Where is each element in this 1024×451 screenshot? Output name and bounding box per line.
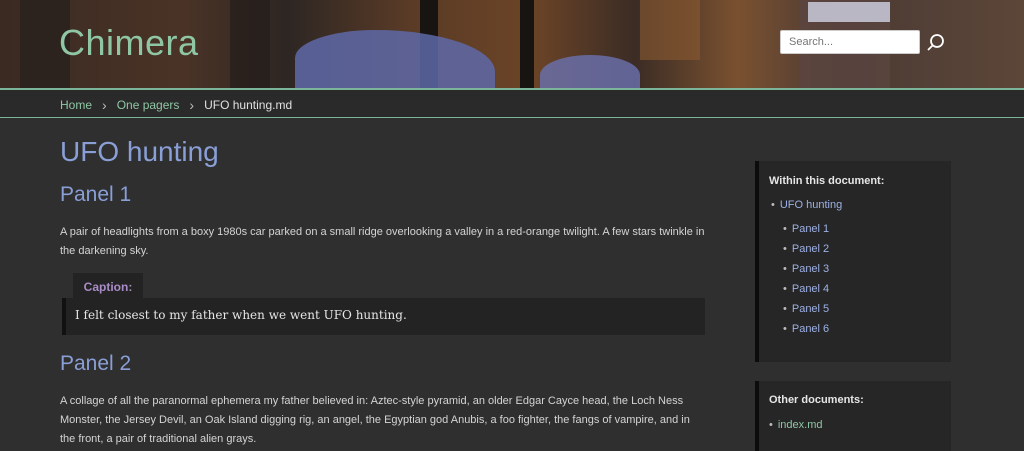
caption-text: I felt closest to my father when we went… — [62, 298, 705, 335]
panel1-text: A pair of headlights from a boxy 1980s c… — [60, 226, 705, 257]
toc-item-panel-5[interactable]: • Panel 5 — [783, 303, 829, 315]
other-document-link[interactable]: • index.md — [769, 419, 823, 431]
other-documents-panel: Other documents: • index.md — [755, 381, 951, 451]
toc-item-panel-2[interactable]: • Panel 2 — [783, 243, 829, 255]
toc-item-panel-6[interactable]: • Panel 6 — [783, 323, 829, 335]
toc-item-root[interactable]: • UFO hunting — [771, 199, 842, 211]
search-input[interactable] — [780, 30, 920, 54]
other-documents-title: Other documents: — [769, 394, 864, 406]
site-title[interactable]: Chimera — [59, 22, 199, 64]
chevron-right-icon: › — [189, 97, 195, 113]
breadcrumb: Home › One pagers › UFO hunting.md — [60, 97, 292, 113]
caption-label: Caption: — [73, 273, 143, 301]
panel2-heading: Panel 2 — [60, 352, 132, 375]
toc-item-panel-1[interactable]: • Panel 1 — [783, 223, 829, 235]
breadcrumb-home[interactable]: Home — [60, 98, 92, 112]
toc-item-panel-4[interactable]: • Panel 4 — [783, 283, 829, 295]
toc-item-panel-3[interactable]: • Panel 3 — [783, 263, 829, 275]
toc-title: Within this document: — [769, 175, 885, 187]
breadcrumb-divider — [0, 117, 1024, 118]
breadcrumb-current: UFO hunting.md — [204, 98, 293, 112]
panel2-text: A collage of all the paranormal ephemera… — [60, 395, 690, 445]
toc-panel: Within this document: • UFO hunting • Pane… — [755, 161, 951, 362]
chevron-right-icon: › — [102, 97, 107, 113]
search-icon[interactable] — [926, 33, 946, 53]
panel1-heading: Panel 1 — [60, 183, 132, 206]
breadcrumb-one-pagers[interactable]: One pagers — [117, 98, 180, 112]
page-title: UFO hunting — [60, 136, 219, 167]
